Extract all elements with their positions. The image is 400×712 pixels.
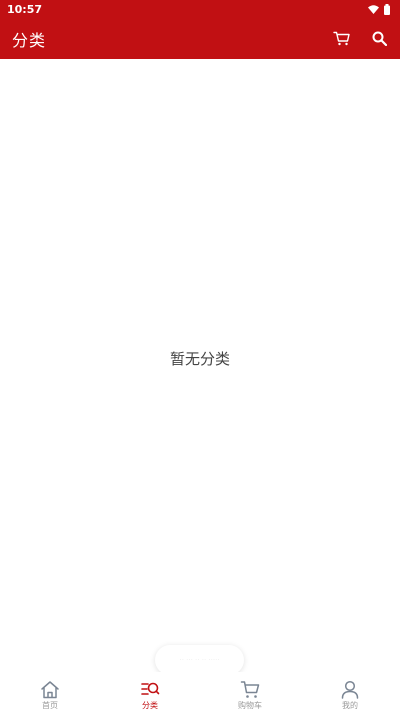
home-icon bbox=[41, 681, 59, 699]
app-bar: 分类 bbox=[0, 18, 400, 59]
status-icons bbox=[368, 3, 390, 15]
tab-label: 购物车 bbox=[238, 701, 262, 710]
tab-cart[interactable]: 购物车 bbox=[200, 672, 300, 712]
search-button[interactable] bbox=[368, 28, 390, 50]
cart-button[interactable] bbox=[330, 28, 352, 50]
person-icon bbox=[341, 680, 359, 699]
toast-text: ·· ··· ·· ·· ····· bbox=[179, 656, 220, 664]
toast: ·· ··· ·· ·· ····· bbox=[155, 645, 244, 675]
wifi-icon bbox=[368, 4, 379, 14]
screen: 10:57 分类 暂无分类 ·· ··· ·· ·· ····· 首页 分类 购… bbox=[0, 0, 400, 712]
empty-state-message: 暂无分类 bbox=[169, 349, 230, 368]
tab-label: 我的 bbox=[342, 701, 358, 710]
bottom-tab-bar: 首页 分类 购物车 我的 bbox=[0, 672, 400, 712]
tab-label: 分类 bbox=[142, 701, 158, 710]
status-time: 10:57 bbox=[7, 2, 43, 16]
search-icon bbox=[372, 31, 387, 46]
cart-icon bbox=[332, 31, 350, 46]
tab-profile[interactable]: 我的 bbox=[300, 672, 400, 712]
tab-label: 首页 bbox=[42, 701, 58, 710]
status-bar: 10:57 bbox=[0, 0, 400, 18]
category-icon bbox=[141, 682, 160, 695]
app-bar-actions bbox=[330, 28, 390, 50]
tab-home[interactable]: 首页 bbox=[0, 672, 100, 712]
battery-icon bbox=[384, 3, 390, 15]
cart-icon bbox=[240, 681, 260, 698]
tab-category[interactable]: 分类 bbox=[100, 672, 200, 712]
page-title: 分类 bbox=[12, 30, 47, 50]
category-content: 暂无分类 bbox=[0, 59, 400, 671]
